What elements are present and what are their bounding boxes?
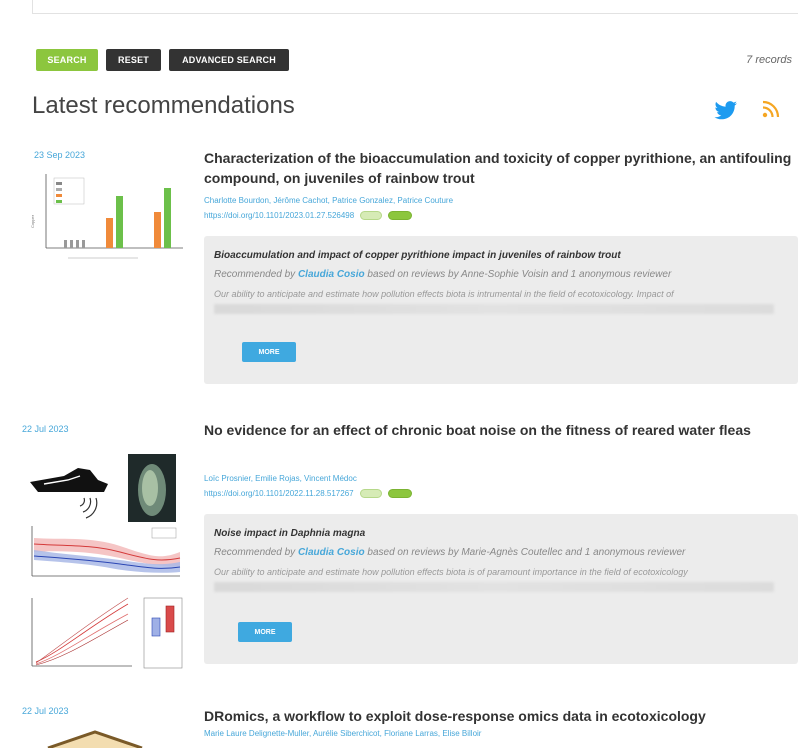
recommendation-title[interactable]: Bioaccumulation and impact of copper pyr… bbox=[214, 250, 621, 261]
article-thumbnail[interactable]: Copper bbox=[28, 168, 188, 264]
recommendation-summary: Our ability to anticipate and estimate h… bbox=[214, 289, 674, 299]
status-badge bbox=[387, 489, 412, 498]
recommender-name[interactable]: Claudia Cosio bbox=[298, 269, 365, 280]
twitter-icon[interactable] bbox=[714, 101, 738, 121]
article-title[interactable]: No evidence for an effect of chronic boa… bbox=[204, 420, 798, 440]
article-authors: Charlotte Bourdon, Jérôme Cachot, Patric… bbox=[204, 196, 454, 205]
section-title: Latest recommendations bbox=[32, 92, 295, 119]
article-doi[interactable]: https://doi.org/10.1101/2022.11.28.51726… bbox=[204, 489, 412, 498]
rec-date: 22 Jul 2023 bbox=[22, 706, 69, 716]
doi-link[interactable]: https://doi.org/10.1101/2023.01.27.52649… bbox=[204, 211, 354, 220]
search-button[interactable]: SEARCH bbox=[36, 49, 98, 71]
recommendation-byline: Recommended by Claudia Cosio based on re… bbox=[214, 547, 686, 558]
search-field-area[interactable] bbox=[32, 0, 798, 14]
recommendation-box: Bioaccumulation and impact of copper pyr… bbox=[204, 236, 798, 384]
reset-button[interactable]: RESET bbox=[106, 49, 161, 71]
article-thumbnail[interactable] bbox=[24, 454, 180, 526]
article-authors: Marie Laure Delignette-Muller, Aurélie S… bbox=[204, 729, 482, 738]
summary-fade bbox=[214, 304, 774, 314]
summary-fade bbox=[214, 582, 774, 592]
rss-icon[interactable] bbox=[762, 100, 780, 118]
version-badge bbox=[359, 489, 382, 498]
more-button[interactable]: MORE bbox=[238, 622, 292, 642]
recommendation-title[interactable]: Noise impact in Daphnia magna bbox=[214, 528, 365, 539]
article-title[interactable]: Characterization of the bioaccumulation … bbox=[204, 148, 798, 188]
search-button-row: SEARCH RESET ADVANCED SEARCH bbox=[36, 49, 289, 71]
recommendation-byline: Recommended by Claudia Cosio based on re… bbox=[214, 269, 672, 280]
status-badge bbox=[388, 211, 413, 220]
rec-date: 23 Sep 2023 bbox=[34, 150, 86, 160]
recommendation-summary: Our ability to anticipate and estimate h… bbox=[214, 567, 688, 577]
more-button[interactable]: MORE bbox=[242, 342, 296, 362]
article-authors: Loïc Prosnier, Emilie Rojas, Vincent Méd… bbox=[204, 474, 357, 483]
article-title[interactable]: DRomics, a workflow to exploit dose-resp… bbox=[204, 706, 798, 726]
rec-date: 22 Jul 2023 bbox=[22, 424, 69, 434]
version-badge bbox=[360, 211, 383, 220]
article-thumbnail[interactable] bbox=[40, 730, 150, 748]
advanced-search-button[interactable]: ADVANCED SEARCH bbox=[169, 49, 289, 71]
results-thumbnail[interactable] bbox=[20, 522, 184, 672]
doi-link[interactable]: https://doi.org/10.1101/2022.11.28.51726… bbox=[204, 489, 354, 498]
records-count: 7 records bbox=[746, 54, 792, 66]
article-doi[interactable]: https://doi.org/10.1101/2023.01.27.52649… bbox=[204, 211, 413, 220]
recommender-name[interactable]: Claudia Cosio bbox=[298, 547, 365, 558]
svg-text:Copper: Copper bbox=[30, 214, 35, 228]
recommendation-box: Noise impact in Daphnia magna Recommende… bbox=[204, 514, 798, 664]
